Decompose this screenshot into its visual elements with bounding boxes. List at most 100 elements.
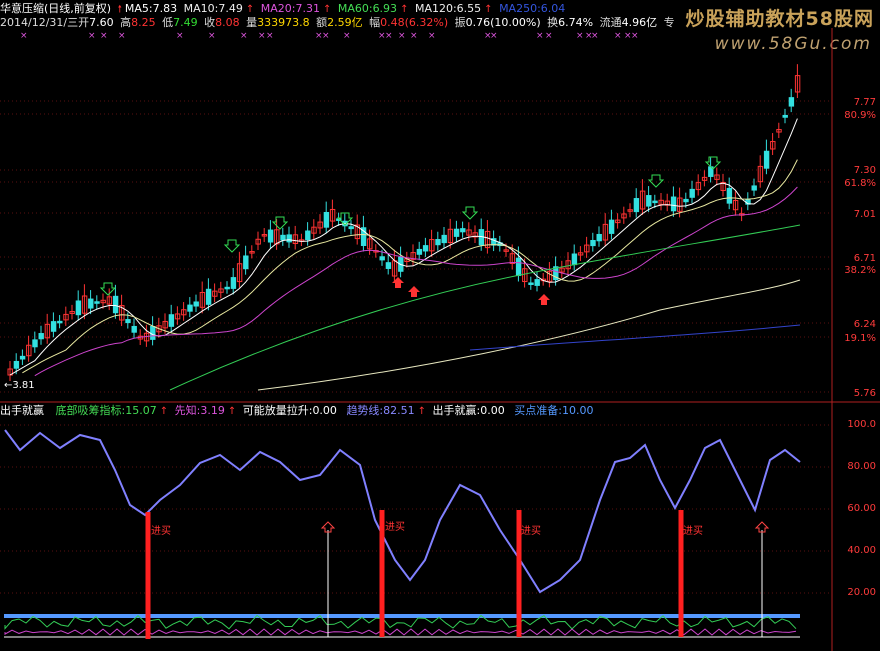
top-marker-icon: × [614, 31, 622, 41]
signal-label: 进买 [385, 522, 405, 533]
candle-body [590, 239, 596, 247]
top-marker-icon: × [410, 31, 418, 41]
buy-signal-bar [145, 512, 151, 639]
green-down-arrow-icon [647, 174, 665, 188]
candle-body [323, 211, 330, 228]
candle-body [94, 301, 100, 304]
ind-axis-80: 80.00 [847, 461, 876, 472]
trend-label: 趋势线: [346, 404, 384, 417]
candle-body [416, 248, 423, 255]
candle-body [19, 355, 26, 360]
buy-signal-bar [379, 510, 385, 637]
signal-label: 进买 [521, 526, 541, 537]
top-marker-icon: × [266, 31, 274, 41]
win-label: 出手就赢: [432, 404, 481, 417]
buy-label: 买点准备: [514, 404, 562, 417]
pull-value: 0.00 [312, 404, 337, 417]
low-marker-value: 3.81 [12, 380, 35, 391]
top-marker-icon: × [490, 31, 498, 41]
candle-body [150, 325, 156, 340]
candle-body [57, 320, 63, 324]
candle-body [751, 185, 757, 191]
indicator-panel[interactable] [4, 429, 801, 639]
candle-body [633, 198, 640, 213]
ma20-line [34, 186, 798, 377]
up-arrow-icon: ↑ [227, 406, 237, 417]
bottom-value: 15.07 [125, 404, 157, 417]
candle-body [435, 238, 441, 246]
green-down-arrow-icon [271, 216, 289, 230]
axis-label-5.76: 5.76 [853, 388, 876, 399]
ind-axis-100: 100.0 [847, 419, 876, 430]
top-marker-icon: × [536, 31, 544, 41]
top-marker-icon: × [428, 31, 436, 41]
red-up-arrow-icon [408, 286, 420, 297]
top-marker-icon: × [343, 31, 351, 41]
top-marker-icon: × [100, 31, 108, 41]
candle-body [726, 187, 733, 204]
candle-body [38, 333, 44, 340]
ind-axis-20: 20.00 [847, 587, 876, 598]
top-marker-icon: × [208, 31, 216, 41]
candle-body [596, 233, 602, 242]
xianzhi-label: 先知: [174, 404, 201, 417]
candle-body [280, 234, 286, 241]
candle-body [385, 262, 392, 269]
candlesticks[interactable] [7, 64, 801, 382]
candle-body [32, 339, 38, 348]
candle-body [193, 301, 199, 307]
green-down-arrow-icon [461, 206, 479, 220]
candle-body [683, 198, 689, 203]
red-up-arrow-icon [392, 277, 404, 288]
bottom-label: 底部吸筹指标: [55, 404, 126, 417]
candle-body [608, 219, 615, 234]
top-marker-icon: × [576, 31, 584, 41]
candle-body [187, 304, 193, 312]
axis-label-7.30: 7.30 [853, 165, 876, 176]
candle-body [689, 188, 695, 198]
candle-body [88, 298, 94, 309]
candle-body [652, 200, 658, 204]
up-arrow-icon: ↑ [417, 406, 427, 417]
signal-label: 进买 [683, 526, 703, 537]
candle-body [243, 255, 249, 270]
top-marker-icon: × [631, 31, 639, 41]
candle-body [50, 321, 57, 332]
candle-body [670, 196, 677, 212]
axis-label-6.24: 6.24 [853, 319, 876, 330]
candle-body [168, 314, 175, 327]
kline-chart[interactable]: × × × × × × × × × × × × × × × × × ×× × × × ×× × × × [0, 0, 880, 651]
axis-label-19.1: 19.1% [844, 333, 876, 344]
top-marker-icon: × [176, 31, 184, 41]
candle-body [453, 228, 460, 237]
green-down-arrow-icon [223, 239, 241, 253]
indicator-name: 出手就赢 [0, 404, 44, 417]
indicator-header: 出手就赢 底部吸筹指标:15.07 ↑ 先知:3.19 ↑ 可能放量拉升:0.00 … [0, 404, 596, 419]
signal-markers: × × × × × × × × × × × × × × × × × ×× × × × ×× × × × [20, 31, 722, 305]
candle-body [112, 295, 119, 314]
top-marker-icon: × [545, 31, 553, 41]
top-marker-icon: × [385, 31, 393, 41]
win-value: 0.00 [480, 404, 505, 417]
candle-body [379, 256, 385, 261]
axis-label-7.77: 7.77 [853, 97, 876, 108]
pull-label: 可能放量拉升: [242, 404, 313, 417]
top-marker-icon: × [322, 31, 330, 41]
candle-body [441, 234, 447, 244]
green-down-arrow-icon [99, 282, 117, 296]
candle-body [75, 300, 82, 316]
candle-body [286, 234, 292, 243]
top-marker-icon: × [118, 31, 126, 41]
top-marker-icon: × [398, 31, 406, 41]
signal-label: 进买 [151, 526, 171, 537]
candle-body [348, 226, 354, 230]
ma60-line [169, 224, 801, 391]
low-marker: ←3.81 [4, 380, 35, 391]
trend-value: 82.51 [383, 404, 415, 417]
candle-body [646, 195, 652, 207]
candle-body [224, 286, 230, 290]
candle-body [528, 282, 534, 285]
candle-body [515, 257, 522, 277]
axis-label-6.71: 6.71 [853, 253, 876, 264]
top-marker-icon: × [240, 31, 248, 41]
